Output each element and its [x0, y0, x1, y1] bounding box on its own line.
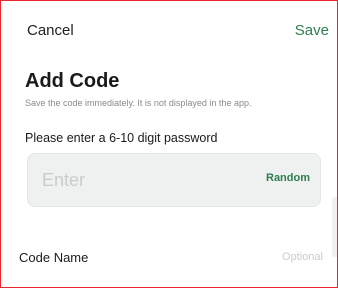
code-field-container: Random [27, 153, 321, 207]
page-subtitle: Save the code immediately. It is not dis… [25, 98, 252, 108]
random-button[interactable]: Random [266, 172, 310, 184]
cancel-button[interactable]: Cancel [27, 22, 74, 39]
code-name-label: Code Name [19, 250, 89, 265]
password-prompt-label: Please enter a 6-10 digit password [25, 131, 218, 145]
add-code-sheet: Cancel Save Add Code Save the code immed… [0, 0, 338, 288]
scroll-indicator [332, 197, 337, 257]
save-button[interactable]: Save [295, 22, 329, 39]
code-input[interactable] [42, 164, 242, 196]
page-title: Add Code [25, 70, 120, 92]
code-name-input[interactable] [151, 245, 323, 269]
